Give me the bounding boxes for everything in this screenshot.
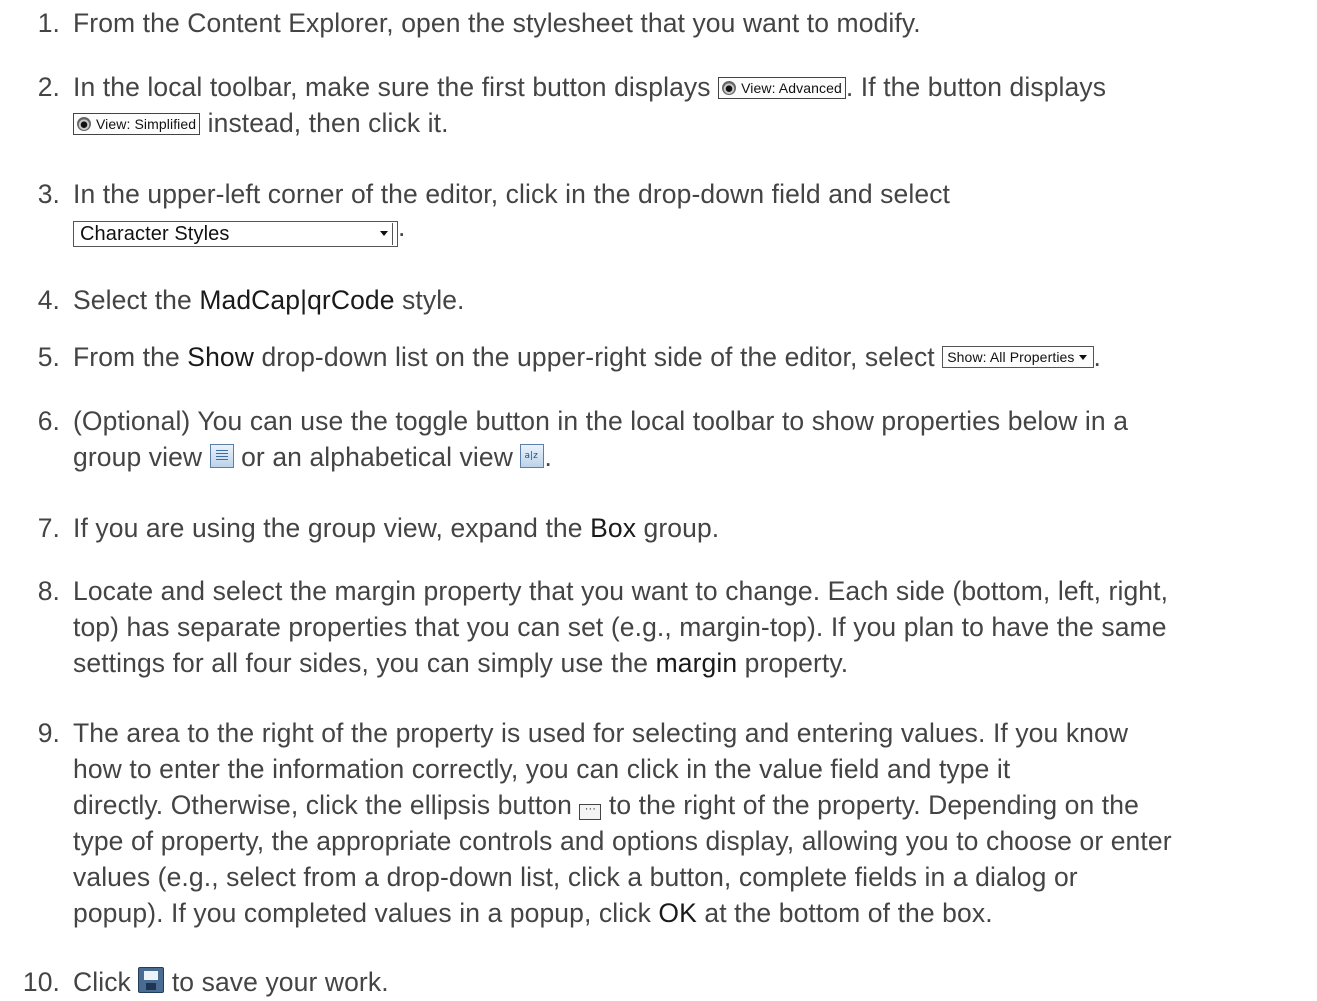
step-text: From the — [73, 342, 188, 372]
step-text: to the right of the property. Depending … — [601, 790, 1139, 820]
step-text: If you are using the group view, expand … — [73, 513, 591, 543]
save-icon[interactable] — [138, 967, 165, 993]
step-text: popup). If you completed values in a pop… — [73, 898, 659, 928]
view-simplified-label: View: Simplified — [96, 116, 197, 132]
step-text: how to enter the information correctly, … — [73, 754, 1011, 784]
step-text: group. — [636, 513, 720, 543]
ellipsis-icon[interactable]: ··· — [579, 804, 602, 820]
step-text: In the upper-left corner of the editor, … — [73, 179, 951, 209]
step-number: 9. — [37, 718, 60, 748]
alphabetical-view-icon[interactable]: a|z — [520, 444, 545, 468]
dropdown-value: Character Styles — [80, 223, 230, 245]
step-text: at the bottom of the box. — [696, 898, 993, 928]
step-text: drop-down list on the upper-right side o… — [254, 342, 943, 372]
step-text: From the Content Explorer, open the styl… — [73, 8, 921, 38]
step-number: 2. — [37, 72, 60, 102]
step-number: 6. — [37, 406, 60, 436]
group-view-icon[interactable] — [209, 444, 234, 468]
ok-label: OK — [658, 898, 697, 928]
step-text: Select the — [73, 285, 200, 315]
step-number: 4. — [37, 285, 60, 315]
step-number: 3. — [37, 179, 60, 209]
step-text: values (e.g., select from a drop-down li… — [73, 862, 1078, 892]
group-name: Box — [590, 513, 637, 543]
view-eye-icon — [77, 117, 91, 131]
view-advanced-button[interactable]: View: Advanced — [718, 77, 846, 99]
step-text: settings for all four sides, you can sim… — [73, 648, 656, 678]
step-number: 1. — [37, 8, 60, 38]
step-text: type of property, the appropriate contro… — [73, 826, 1172, 856]
chevron-down-icon — [378, 223, 393, 245]
step-text: (Optional) You can use the toggle button… — [73, 406, 1129, 436]
view-eye-icon — [722, 81, 737, 95]
step-text: Click — [73, 967, 139, 997]
style-name: MadCap|qrCode — [199, 285, 395, 315]
show-label: Show — [187, 342, 254, 372]
view-advanced-label: View: Advanced — [741, 80, 842, 96]
property-name: margin — [655, 648, 738, 678]
show-all-properties-button[interactable]: Show: All Properties — [942, 346, 1094, 368]
view-simplified-button[interactable]: View: Simplified — [73, 113, 201, 135]
step-text: . If the button displays — [845, 72, 1107, 102]
step-number: 10. — [22, 967, 60, 997]
step-text: directly. Otherwise, click the ellipsis … — [73, 790, 580, 820]
step-text: property. — [737, 648, 849, 678]
step-text: . — [544, 442, 552, 472]
step-text: . — [398, 212, 406, 242]
show-all-properties-label: Show: All Properties — [947, 349, 1075, 365]
step-text: In the local toolbar, make sure the firs… — [73, 72, 719, 102]
step-text: The area to the right of the property is… — [73, 718, 1129, 748]
step-text: . — [1093, 342, 1101, 372]
step-text: to save your work. — [164, 967, 389, 997]
step-text: instead, then click it. — [200, 108, 449, 138]
step-number: 5. — [37, 342, 60, 372]
step-text: style. — [394, 285, 465, 315]
step-text: group view — [73, 442, 210, 472]
step-text: or an alphabetical view — [233, 442, 521, 472]
step-text: Locate and select the margin property th… — [73, 576, 1169, 606]
step-text: top) has separate properties that you ca… — [73, 612, 1167, 642]
step-number: 7. — [37, 513, 60, 543]
procedure-steps: 1. From the Content Explorer, open the s… — [0, 0, 1317, 1001]
style-type-dropdown[interactable]: Character Styles — [73, 221, 398, 247]
step-number: 8. — [37, 576, 60, 606]
